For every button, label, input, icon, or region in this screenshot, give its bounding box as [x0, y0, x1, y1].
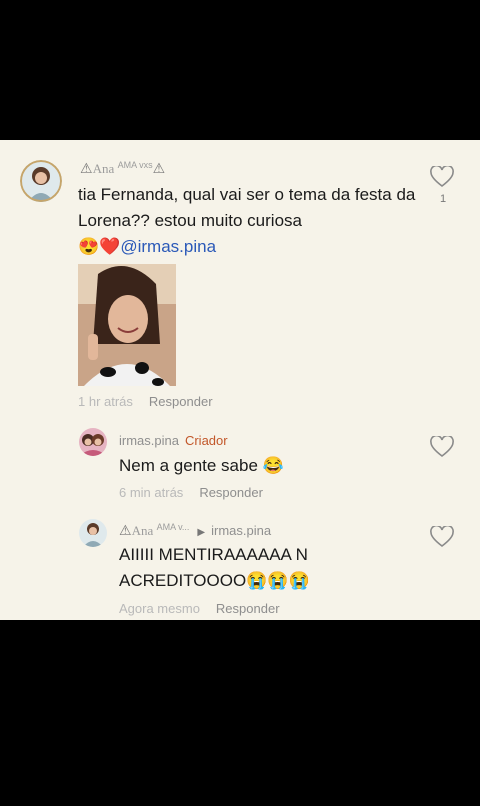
avatar-ana[interactable] — [20, 160, 62, 202]
reply-text: AIIIII MENTIRAAAAAA N ACREDITOOOO😭😭😭 — [119, 545, 310, 590]
photo-image — [78, 264, 176, 386]
triangle-icon: ⚠ — [80, 160, 93, 176]
comment-username[interactable]: ⚠Ana AMA vxs⚠ — [80, 160, 165, 177]
reply-meta: 6 min atrás Responder — [119, 485, 263, 500]
avatar-image — [20, 160, 62, 202]
heart-outline-icon[interactable] — [430, 526, 454, 548]
reply-meta: Agora mesmo Responder — [119, 601, 280, 616]
avatar-image — [79, 519, 107, 547]
reply-time: Agora mesmo — [119, 601, 200, 616]
attached-photo[interactable] — [78, 264, 176, 386]
comments-panel: ⚠Ana AMA vxs⚠ tia Fernanda, qual vai ser… — [0, 140, 480, 620]
triangle-icon: ⚠ — [119, 522, 132, 538]
reply-button[interactable]: Responder — [199, 485, 263, 500]
emoji-group: 😍❤️ — [78, 237, 121, 256]
comment-time: 1 hr atrás — [78, 394, 133, 409]
comment-meta: 1 hr atrás Responder — [78, 394, 213, 409]
mention-link[interactable]: @irmas.pina — [120, 237, 216, 256]
avatar-ana[interactable] — [79, 519, 107, 547]
like-count: 1 — [440, 193, 447, 205]
reply-to-user[interactable]: irmas.pina — [211, 523, 271, 538]
avatar-irmas-pina[interactable] — [79, 428, 107, 456]
avatar-image — [79, 428, 107, 456]
reply-button[interactable]: Responder — [216, 601, 280, 616]
reply-text: Nem a gente sabe 😂 — [119, 456, 284, 475]
heart-outline-icon[interactable] — [430, 436, 454, 458]
triangle-right-icon: ▶ — [197, 527, 206, 538]
creator-badge: Criador — [184, 433, 228, 448]
reply-button[interactable]: Responder — [149, 394, 213, 409]
triangle-icon: ⚠ — [152, 160, 166, 176]
heart-outline-icon[interactable] — [430, 166, 454, 188]
reply-username[interactable]: ⚠Ana AMA v... ▶ irmas.pina — [119, 522, 271, 539]
reply-time: 6 min atrás — [119, 485, 184, 500]
comment-text: tia Fernanda, qual vai ser o tema da fes… — [78, 185, 416, 256]
reply-username[interactable]: irmas.pina Criador — [119, 433, 228, 448]
